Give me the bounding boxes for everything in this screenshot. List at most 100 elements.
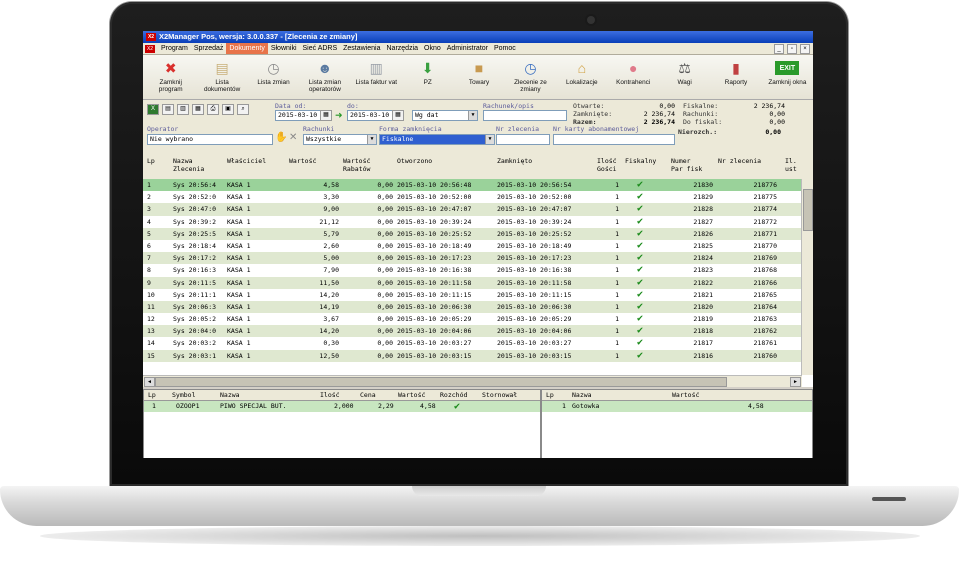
items-col-value[interactable]: Wartość xyxy=(398,391,425,399)
grid-vertical-scrollbar[interactable] xyxy=(801,179,813,375)
toolbar-button-6[interactable]: ■ Towary xyxy=(453,55,504,99)
clear-icon[interactable]: ✕ xyxy=(289,132,297,143)
toolbar-button-5[interactable]: ⬇ PZ xyxy=(402,55,453,99)
menu-item-2[interactable]: Dokumenty xyxy=(226,43,268,54)
payments-col-value[interactable]: Wartość xyxy=(672,391,699,399)
excel-icon[interactable]: X xyxy=(147,104,159,115)
menu-item-9[interactable]: Pomoc xyxy=(491,43,519,54)
col-name[interactable]: Nazwa Zlecenia xyxy=(173,157,204,173)
cell-nazwa: Sys 20:16:3 xyxy=(173,266,217,275)
table-row[interactable]: 11 Sys 20:06:3 KASA 1 14,19 0,00 2015-03-10 2… xyxy=(143,300,802,314)
toolbar-button-9[interactable]: ● Kontrahenci xyxy=(608,55,659,99)
payments-row[interactable]: 1 Gotowka 4,58 xyxy=(542,401,812,412)
scroll-thumb[interactable] xyxy=(803,189,813,231)
table-row[interactable]: 15 Sys 20:03:1 KASA 1 12,50 0,00 2015-03-10 2… xyxy=(143,349,802,362)
menu-item-8[interactable]: Administrator xyxy=(444,43,491,54)
col-value[interactable]: Wartość xyxy=(289,157,316,165)
cell-zam: 2015-03-10 20:03:15 xyxy=(497,351,572,360)
toolbar-button-10[interactable]: ⚖ Wagi xyxy=(659,55,710,99)
scroll-right-icon[interactable]: ► xyxy=(790,377,801,387)
grid-icon[interactable]: ▦ xyxy=(192,104,204,115)
card-no-input[interactable] xyxy=(553,134,675,145)
menu-item-4[interactable]: Sieć ADRS xyxy=(300,43,341,54)
col-discount[interactable]: Wartość Rabatów xyxy=(343,157,370,173)
date-to-input[interactable]: 2015-03-10 xyxy=(347,110,393,121)
printer-icon[interactable]: ▣ xyxy=(222,104,234,115)
items-col-price[interactable]: Cena xyxy=(360,391,376,399)
table-row[interactable]: 1 Sys 20:56:4 KASA 1 4,58 0,00 2015-03-10 20:… xyxy=(143,179,802,192)
toolbar-button-7[interactable]: ◷ Zlecenie ze zmiany xyxy=(505,55,556,99)
items-col-lp[interactable]: Lp xyxy=(148,391,156,399)
table-row[interactable]: 7 Sys 20:17:2 KASA 1 5,00 0,00 2015-03-10 20:… xyxy=(143,252,802,265)
menu-item-7[interactable]: Okno xyxy=(421,43,444,54)
calendar-to-icon[interactable]: ▦ xyxy=(392,110,404,121)
documents-icon: ▤ xyxy=(215,59,229,76)
search-icon[interactable]: ⌕ xyxy=(237,104,249,115)
table-row[interactable]: 3 Sys 20:47:0 KASA 1 9,00 0,00 2015-03-10 20:… xyxy=(143,203,802,216)
payments-col-lp[interactable]: Lp xyxy=(546,391,554,399)
operator-input[interactable]: Nie wybrano xyxy=(147,134,273,145)
copy-icon[interactable]: ▥ xyxy=(177,104,189,115)
items-col-out[interactable]: Rozchód xyxy=(440,391,467,399)
items-col-storno[interactable]: Stornował xyxy=(482,391,517,399)
toolbar-button-3[interactable]: ☻ Lista zmian operatorów xyxy=(299,55,350,99)
toolbar-button-8[interactable]: ⌂ Lokalizacje xyxy=(556,55,607,99)
hand-icon[interactable]: ✋ xyxy=(275,132,287,143)
document-icon[interactable]: ▤ xyxy=(162,104,174,115)
menu-item-5[interactable]: Zestawienia xyxy=(340,43,383,54)
minimize-icon[interactable]: _ xyxy=(774,44,784,54)
table-row[interactable]: 6 Sys 20:18:4 KASA 1 2,60 0,00 2015-03-10 20:… xyxy=(143,239,802,253)
col-fiscal-no[interactable]: Numer Par fisk xyxy=(671,157,702,173)
close-icon[interactable]: × xyxy=(800,44,810,54)
col-owner[interactable]: Właściciel xyxy=(227,157,266,165)
receipt-desc-input[interactable] xyxy=(483,110,567,121)
items-col-symbol[interactable]: Symbol xyxy=(172,391,195,399)
scroll-thumb[interactable] xyxy=(155,377,727,387)
menu-item-1[interactable]: Sprzedaż xyxy=(191,43,227,54)
scroll-left-icon[interactable]: ◄ xyxy=(144,377,155,387)
col-lp[interactable]: Lp xyxy=(147,157,155,165)
toolbar-button-0[interactable]: ✖ Zamknij program xyxy=(145,55,196,99)
date-from-input[interactable]: 2015-03-10 xyxy=(275,110,321,121)
col-closed[interactable]: Zamknięto xyxy=(497,157,532,165)
menu-item-6[interactable]: Narzędzia xyxy=(384,43,422,54)
menu-item-0[interactable]: Program xyxy=(158,43,191,54)
table-row[interactable]: 2 Sys 20:52:0 KASA 1 3,30 0,00 2015-03-10 20:… xyxy=(143,191,802,204)
col-opened[interactable]: Otworzono xyxy=(397,157,432,165)
cell-il: 1 xyxy=(615,327,619,336)
toolbar-label: Kontrahenci xyxy=(616,79,651,86)
grid-horizontal-scrollbar[interactable]: ◄ ► xyxy=(143,375,802,387)
restore-icon[interactable]: ▫ xyxy=(787,44,797,54)
col-il[interactable]: Il. ust xyxy=(785,157,797,173)
table-row[interactable]: 5 Sys 20:25:5 KASA 1 5,79 0,00 2015-03-10 20:… xyxy=(143,227,802,240)
cell-il: 1 xyxy=(615,229,619,238)
toolbar-button-1[interactable]: ▤ Lista dokumentów xyxy=(196,55,247,99)
col-order-no[interactable]: Nr zlecenia xyxy=(718,157,761,165)
menu-item-3[interactable]: Słowniki xyxy=(268,43,300,54)
toolbar-label: Raporty xyxy=(724,79,748,86)
closing-form-select[interactable]: Fiskalne ▼ xyxy=(379,134,495,145)
col-fiscal[interactable]: Fiskalny xyxy=(625,157,656,165)
toolbar-button-2[interactable]: ◷ Lista zmian xyxy=(248,55,299,99)
main-toolbar: ✖ Zamknij program ▤ Lista dokumentów ◷ Lista … xyxy=(143,55,813,100)
table-row[interactable]: 10 Sys 20:11:1 KASA 1 14,20 0,00 2015-03-10 2… xyxy=(143,288,802,301)
toolbar-button-4[interactable]: ▥ Lista faktur vat xyxy=(351,55,402,99)
toolbar-button-11[interactable]: ▮ Raporty xyxy=(710,55,761,99)
col-guests[interactable]: Ilość Gości xyxy=(597,157,617,173)
table-row[interactable]: 4 Sys 20:39:2 KASA 1 21,12 0,00 2015-03-10 20… xyxy=(143,215,802,228)
table-row[interactable]: 14 Sys 20:03:2 KASA 1 0,30 0,00 2015-03-10 20… xyxy=(143,337,802,350)
items-col-qty[interactable]: Ilość xyxy=(320,391,340,399)
table-row[interactable]: 8 Sys 20:16:3 KASA 1 7,90 0,00 2015-03-10 20:… xyxy=(143,264,802,277)
table-row[interactable]: 12 Sys 20:05:2 KASA 1 3,67 0,00 2015-03-10 20… xyxy=(143,313,802,326)
items-col-name[interactable]: Nazwa xyxy=(220,391,240,399)
toolbar-button-12[interactable]: EXIT Zamknij okna xyxy=(762,55,813,99)
print-icon[interactable]: ⎙ xyxy=(207,104,219,115)
receipts-filter-select[interactable]: Wszystkie ▼ xyxy=(303,134,377,145)
table-row[interactable]: 9 Sys 20:11:5 KASA 1 11,50 0,00 2015-03-10 20… xyxy=(143,276,802,289)
table-row[interactable]: 13 Sys 20:04:0 KASA 1 14,20 0,00 2015-03-10 2… xyxy=(143,325,802,338)
calendar-from-icon[interactable]: ▦ xyxy=(320,110,332,121)
date-mode-select[interactable]: Wg dat ▼ xyxy=(412,110,478,121)
payments-col-name[interactable]: Nazwa xyxy=(572,391,592,399)
items-row[interactable]: 1 OZOOP1 PIWO SPECJAL BUT. 2,000 2,29 4,… xyxy=(144,401,540,412)
order-no-input[interactable] xyxy=(496,134,550,145)
